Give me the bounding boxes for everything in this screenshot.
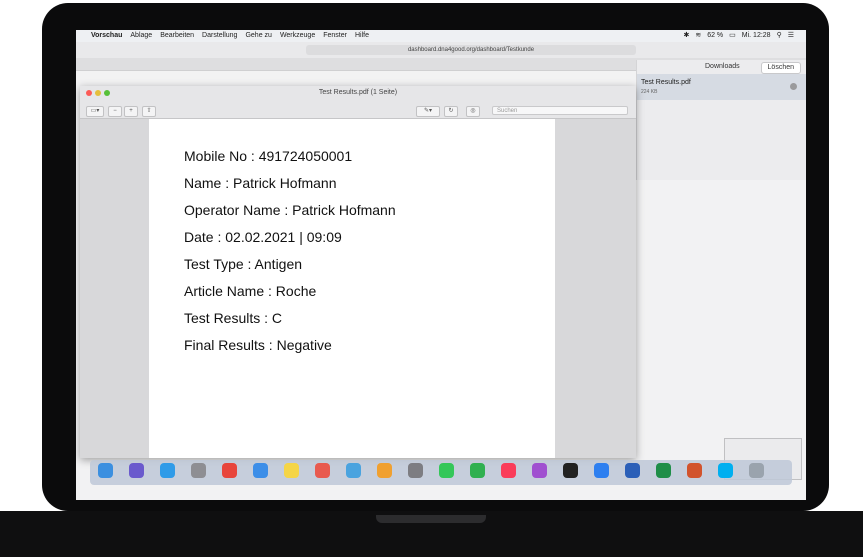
facetime-icon[interactable] xyxy=(470,463,485,478)
operator-name-line: Operator Name : Patrick Hofmann xyxy=(184,202,396,218)
bluetooth-icon[interactable]: ✱ xyxy=(683,30,689,42)
tv-icon[interactable] xyxy=(563,463,578,478)
preview-toolbar: ▭▾ − + ⇧ ✎▾ ↻ ◎ Suchen xyxy=(80,104,636,119)
zoom-out-icon[interactable]: − xyxy=(108,106,122,117)
siri-icon[interactable] xyxy=(129,463,144,478)
dock xyxy=(90,460,792,485)
spotlight-icon[interactable]: ⚲ xyxy=(777,30,782,42)
address-bar[interactable]: dashboard.dna4good.org/dashboard/Testkun… xyxy=(306,45,636,55)
menu-bearbeiten[interactable]: Bearbeiten xyxy=(160,30,194,42)
test-results-line: Test Results : C xyxy=(184,310,283,326)
search-input[interactable]: Suchen xyxy=(492,106,628,115)
settings-icon[interactable] xyxy=(408,463,423,478)
downloads-header: Downloads Löschen xyxy=(637,60,806,74)
downloads-title: Downloads xyxy=(705,63,740,70)
clock[interactable]: Mi. 12:28 xyxy=(742,30,771,42)
download-item-name: Test Results.pdf xyxy=(641,79,691,86)
window-title: Test Results.pdf (1 Seite) xyxy=(318,89,398,96)
skype-icon[interactable] xyxy=(718,463,733,478)
battery-percent[interactable]: 62 % xyxy=(707,30,723,42)
menu-gehe-zu[interactable]: Gehe zu xyxy=(245,30,271,42)
word-icon[interactable] xyxy=(625,463,640,478)
article-name-line: Article Name : Roche xyxy=(184,283,317,299)
menu-bar: Vorschau Ablage Bearbeiten Darstellung G… xyxy=(76,30,806,42)
menu-ablage[interactable]: Ablage xyxy=(130,30,152,42)
test-type-line: Test Type : Antigen xyxy=(184,256,303,272)
wifi-icon[interactable]: ≋ xyxy=(695,30,701,42)
status-area: ✱ ≋ 62 % ▭ Mi. 12:28 ⚲ ☰ xyxy=(683,30,800,42)
downloads-popover: Downloads Löschen Test Results.pdf 224 K… xyxy=(636,60,806,180)
menu-fenster[interactable]: Fenster xyxy=(323,30,347,42)
final-results-line: Final Results : Negative xyxy=(184,337,332,353)
excel-icon[interactable] xyxy=(656,463,671,478)
photos-icon[interactable] xyxy=(377,463,392,478)
laptop-base xyxy=(0,511,863,557)
trash-icon[interactable] xyxy=(749,463,764,478)
preview-icon[interactable] xyxy=(346,463,361,478)
screen: dashboard.dna4good.org/dashboard/Testkun… xyxy=(76,30,806,500)
app-store-icon[interactable] xyxy=(594,463,609,478)
safari-toolbar: dashboard.dna4good.org/dashboard/Testkun… xyxy=(76,42,806,59)
preview-window: Test Results.pdf (1 Seite) ▭▾ − + ⇧ ✎▾ ↻… xyxy=(80,86,636,458)
annotate-icon[interactable]: ◎ xyxy=(466,106,480,117)
notes-icon[interactable] xyxy=(284,463,299,478)
document-view: Mobile No : 491724050001 Name : Patrick … xyxy=(80,119,636,458)
rotate-icon[interactable]: ↻ xyxy=(444,106,458,117)
menu-app-name[interactable]: Vorschau xyxy=(91,30,122,42)
sidebar-toggle-icon[interactable]: ▭▾ xyxy=(86,106,104,117)
calendar-icon[interactable] xyxy=(315,463,330,478)
messages-icon[interactable] xyxy=(439,463,454,478)
name-line: Name : Patrick Hofmann xyxy=(184,175,337,191)
chrome-icon[interactable] xyxy=(222,463,237,478)
date-line: Date : 02.02.2021 | 09:09 xyxy=(184,229,342,245)
safari-window: dashboard.dna4good.org/dashboard/Testkun… xyxy=(76,42,806,500)
music-icon[interactable] xyxy=(501,463,516,478)
pdf-page: Mobile No : 491724050001 Name : Patrick … xyxy=(149,119,555,458)
download-item[interactable]: Test Results.pdf 224 KB xyxy=(637,74,806,100)
zoom-in-icon[interactable]: + xyxy=(124,106,138,117)
battery-icon[interactable]: ▭ xyxy=(729,30,736,42)
share-icon[interactable]: ⇧ xyxy=(142,106,156,117)
menu-darstellung[interactable]: Darstellung xyxy=(202,30,237,42)
clear-downloads-button[interactable]: Löschen xyxy=(760,62,801,74)
markup-pen-icon[interactable]: ✎▾ xyxy=(416,106,440,117)
magnifier-reveal-icon[interactable] xyxy=(790,83,797,90)
mail-icon[interactable] xyxy=(253,463,268,478)
rocket-icon[interactable] xyxy=(191,463,206,478)
podcasts-icon[interactable] xyxy=(532,463,547,478)
notification-center-icon[interactable]: ☰ xyxy=(788,30,794,42)
test-results-text: Mobile No : 491724050001 Name : Patrick … xyxy=(184,147,396,363)
preview-titlebar: Test Results.pdf (1 Seite) xyxy=(80,86,636,104)
finder-icon[interactable] xyxy=(98,463,113,478)
menu-werkzeuge[interactable]: Werkzeuge xyxy=(280,30,315,42)
download-item-size: 224 KB xyxy=(641,89,658,95)
mobile-number-line: Mobile No : 491724050001 xyxy=(184,148,353,164)
menu-hilfe[interactable]: Hilfe xyxy=(355,30,369,42)
safari-icon[interactable] xyxy=(160,463,175,478)
powerpoint-icon[interactable] xyxy=(687,463,702,478)
laptop-notch xyxy=(376,515,486,523)
